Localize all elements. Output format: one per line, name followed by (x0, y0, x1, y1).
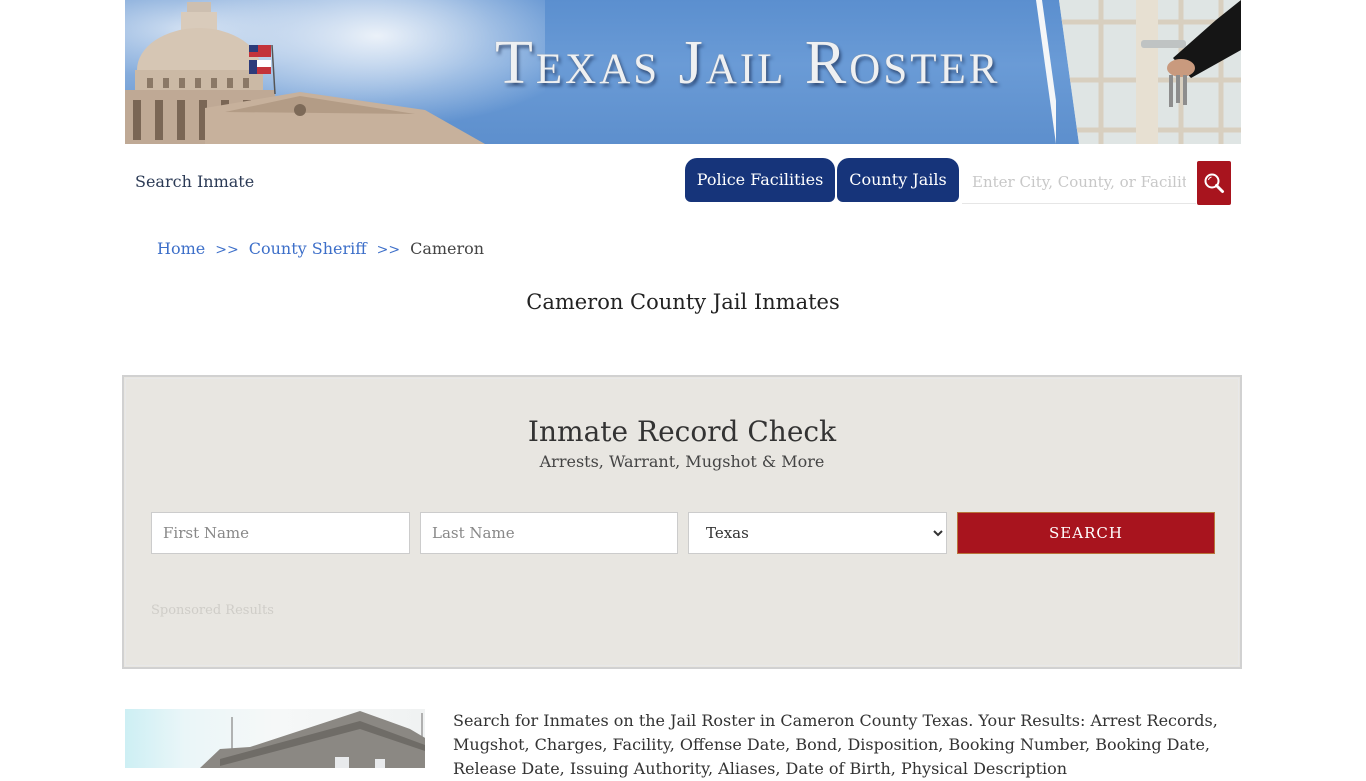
record-check-subtitle: Arrests, Warrant, Mugshot & More (539, 452, 825, 471)
breadcrumb-current: Cameron (410, 239, 485, 258)
inmate-record-check-panel: Inmate Record Check Arrests, Warrant, Mu… (122, 375, 1242, 669)
tab-police-facilities[interactable]: Police Facilities (685, 158, 835, 202)
site-title: Texas Jail Roster (495, 29, 1001, 97)
state-select[interactable]: Texas (688, 512, 947, 554)
first-name-input[interactable] (151, 512, 410, 554)
breadcrumb-county-sheriff[interactable]: County Sheriff (249, 239, 367, 258)
page-title: Cameron County Jail Inmates (526, 290, 840, 314)
record-search-button[interactable]: SEARCH (957, 512, 1215, 554)
sponsored-results-label: Sponsored Results (151, 603, 274, 618)
breadcrumb: Home >> County Sheriff >> Cameron (157, 239, 484, 258)
courthouse-image (125, 709, 425, 768)
county-description: Search for Inmates on the Jail Roster in… (453, 711, 1218, 778)
site-banner[interactable]: Texas Jail Roster (125, 0, 1241, 144)
record-check-title: Inmate Record Check (527, 415, 837, 448)
breadcrumb-separator: >> (215, 242, 239, 258)
search-inmate-link[interactable]: Search Inmate (135, 172, 254, 191)
breadcrumb-separator: >> (376, 242, 401, 258)
site-search-button[interactable] (1197, 161, 1231, 205)
jail-door-image (1041, 0, 1241, 144)
courthouse-building-graphic (200, 711, 425, 768)
capitol-dome-image (125, 2, 485, 144)
site-search-input[interactable] (962, 161, 1196, 204)
search-icon (1204, 173, 1224, 193)
breadcrumb-home[interactable]: Home (157, 239, 205, 258)
last-name-input[interactable] (420, 512, 678, 554)
tab-county-jails[interactable]: County Jails (837, 158, 959, 202)
banner-divider (1036, 0, 1056, 144)
